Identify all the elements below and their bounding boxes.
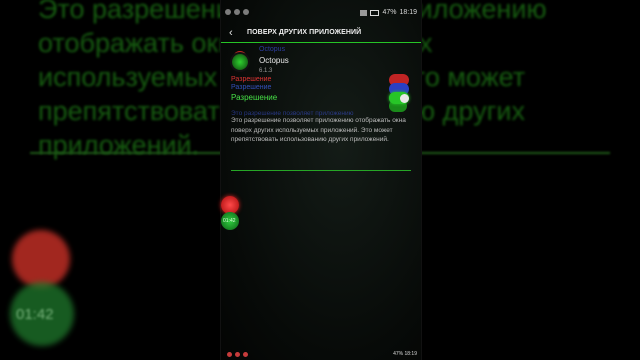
notification-icon	[227, 352, 232, 357]
chevron-left-icon[interactable]: ‹	[229, 27, 237, 39]
status-notifications	[225, 9, 249, 15]
notification-icon	[235, 352, 240, 357]
battery-percent: 47%	[382, 9, 397, 16]
page-title: ПОВЕРХ ДРУГИХ ПРИЛОЖЕНИЙ	[247, 29, 362, 36]
status-time: 18:19	[404, 351, 417, 357]
signal-icon	[360, 9, 368, 16]
bottom-notifications	[227, 352, 248, 357]
app-name: Octopus	[259, 56, 289, 65]
battery-icon	[370, 9, 380, 16]
background-red-bubble	[12, 230, 70, 288]
bottom-status-indicators: 47% 18:19	[393, 351, 417, 357]
notification-icon	[225, 9, 231, 15]
permission-toggle-row[interactable]: Разрешение Разрешение Разрешение	[221, 74, 421, 108]
app-name-ghost: Octopus	[259, 46, 286, 53]
status-time: 18:19	[399, 9, 417, 16]
permission-toggle[interactable]	[389, 74, 411, 106]
status-bar: 47% 18:19	[221, 8, 421, 20]
floating-bubble-label: 01:42	[223, 218, 236, 224]
notification-icon	[243, 352, 248, 357]
battery-percent: 47%	[393, 351, 404, 357]
description-divider	[231, 170, 411, 171]
notification-icon	[234, 9, 240, 15]
octopus-app-icon	[232, 54, 248, 70]
notification-icon	[243, 9, 249, 15]
permission-description: Это разрешение позволяет приложению отоб…	[231, 117, 406, 144]
app-toolbar: ‹ ПОВЕРХ ДРУГИХ ПРИЛОЖЕНИЙ	[221, 24, 421, 43]
background-bubble-label: 01:42	[16, 306, 54, 323]
permission-label-ghost-red: Разрешение	[231, 76, 272, 83]
bottom-status-bar: 47% 18:19	[221, 350, 421, 360]
permission-label-ghost-blue: Разрешение	[231, 84, 272, 91]
toggle-knob[interactable]	[400, 94, 409, 103]
phone-screen: 47% 18:19 ‹ ПОВЕРХ ДРУГИХ ПРИЛОЖЕНИЙ Oct…	[221, 0, 421, 360]
status-indicators: 47% 18:19	[360, 9, 417, 16]
permission-label: Разрешение	[231, 93, 278, 102]
